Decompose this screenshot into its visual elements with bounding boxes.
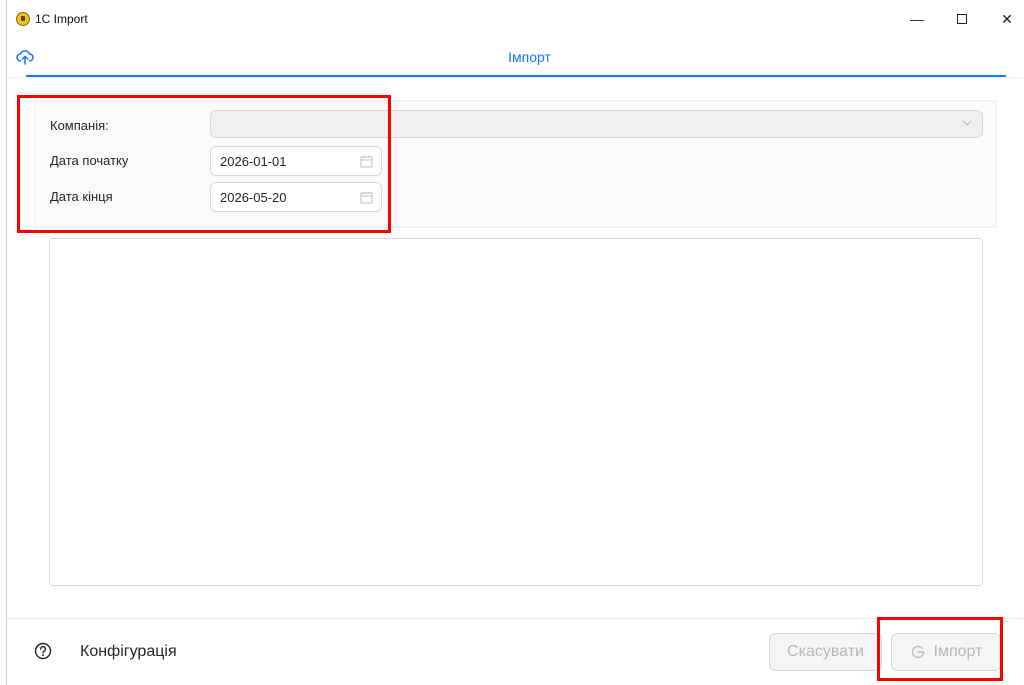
company-label: Компанія: [50,118,109,133]
calendar-icon [360,155,373,168]
footer-bar: Конфігурація Скасувати Імпорт [7,618,1024,685]
end-date-label: Дата кінця [50,189,113,204]
import-button-label: Імпорт [933,643,983,660]
question-circle-icon[interactable] [34,642,52,660]
app-logo-icon [16,12,30,26]
tab-bar: Імпорт [7,38,1024,78]
chevron-down-icon [962,120,972,126]
calendar-icon [360,191,373,204]
reload-icon [911,645,924,659]
start-date-label: Дата початку [50,153,129,168]
cancel-button[interactable]: Скасувати [769,633,882,671]
company-select[interactable] [210,110,983,138]
end-date-value: 2026-05-20 [220,190,287,205]
import-log-textarea[interactable] [49,238,983,586]
configuration-link[interactable]: Конфігурація [80,643,177,661]
import-form: Компанія: Дата початку 2026-01-01 Дата к… [34,100,997,228]
window-title: 1C Import [35,12,88,26]
tab-import[interactable]: Імпорт [7,49,1024,65]
app-window: 1C Import — ✕ Імпорт Компанія: Дата поча… [6,0,1024,685]
minimize-button[interactable]: — [902,8,932,30]
tab-ink-bar [26,75,1006,77]
close-button[interactable]: ✕ [992,8,1022,30]
import-button[interactable]: Імпорт [891,633,1001,671]
maximize-icon [957,14,967,24]
start-date-value: 2026-01-01 [220,154,287,169]
end-date-input[interactable]: 2026-05-20 [210,182,382,212]
maximize-button[interactable] [947,8,977,30]
start-date-input[interactable]: 2026-01-01 [210,146,382,176]
cancel-button-label: Скасувати [787,643,864,660]
title-bar: 1C Import — ✕ [7,0,1024,38]
